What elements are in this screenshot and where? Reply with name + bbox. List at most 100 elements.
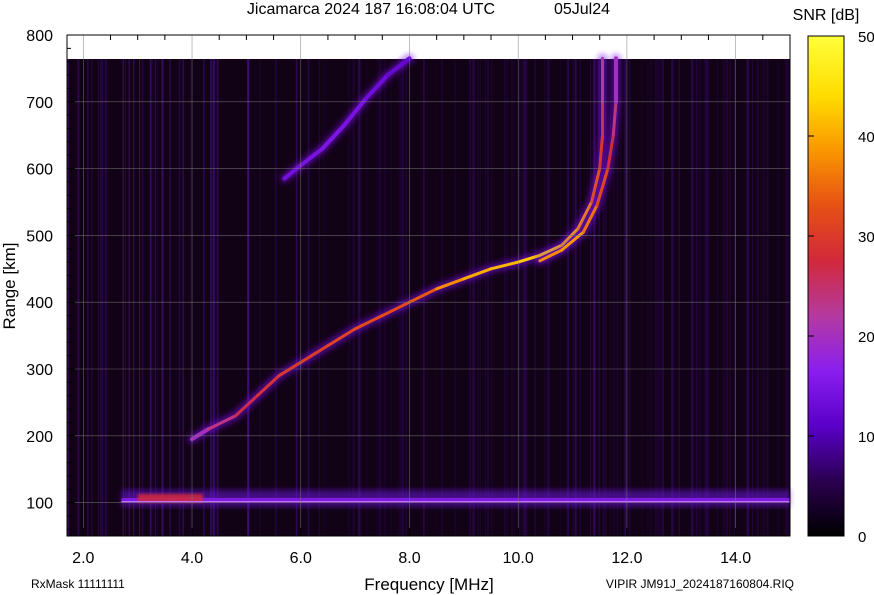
noise-streak — [99, 59, 101, 536]
noise-streak — [514, 59, 515, 536]
noise-streak — [678, 59, 680, 536]
colorbar-tick-label: 0 — [858, 529, 866, 546]
noise-streak — [441, 59, 443, 536]
noise-streak — [559, 59, 562, 536]
noise-streak — [701, 59, 703, 536]
noise-streak — [469, 59, 472, 536]
noise-streak — [77, 59, 80, 536]
noise-streak — [491, 59, 493, 536]
noise-streak — [671, 59, 673, 536]
colorbar-tick-label: 50 — [858, 29, 874, 46]
noise-streak — [106, 59, 108, 536]
noise-streak — [548, 59, 550, 536]
noise-streak — [213, 59, 215, 536]
noise-streak — [648, 59, 651, 536]
noise-streak — [122, 59, 124, 536]
noise-streak — [348, 59, 350, 536]
noise-streak — [484, 59, 487, 536]
noise-streak — [544, 59, 546, 536]
noise-streak — [405, 59, 408, 536]
noise-streak — [726, 59, 728, 536]
noise-streak — [91, 59, 93, 536]
x-tick-label: 8.0 — [398, 550, 420, 567]
y-tick-label: 100 — [26, 496, 53, 513]
noise-streak — [747, 59, 750, 536]
noise-streak — [397, 59, 399, 536]
noise-streak — [133, 59, 135, 536]
figure-title: Jicamarca 2024 187 16:08:04 UTC — [247, 1, 495, 18]
noise-streak — [659, 59, 662, 536]
noise-streak — [68, 59, 70, 536]
noise-streak — [728, 59, 731, 536]
colorbar-tick-label: 10 — [858, 429, 874, 446]
noise-streak — [698, 59, 701, 536]
noise-streak — [573, 59, 575, 536]
noise-streak — [527, 59, 529, 536]
x-tick-label: 6.0 — [290, 550, 312, 567]
noise-streak — [590, 59, 591, 536]
noise-streak — [628, 59, 631, 536]
noise-streak — [128, 59, 131, 536]
e-layer-band — [121, 489, 790, 507]
noise-streak — [87, 59, 89, 536]
noise-streak — [504, 59, 506, 536]
x-tick-label: 10.0 — [503, 550, 534, 567]
noise-streak — [477, 59, 479, 536]
noise-streak — [247, 59, 249, 536]
x-axis-label: Frequency [MHz] — [364, 575, 493, 594]
noise-streak — [125, 59, 126, 536]
noise-streak — [704, 59, 706, 536]
noise-streak — [325, 59, 327, 536]
noise-streak — [203, 59, 205, 536]
x-tick-label: 14.0 — [720, 550, 751, 567]
noise-streak — [757, 59, 758, 536]
noise-streak — [323, 59, 324, 536]
noise-streak — [620, 59, 621, 536]
noise-streak — [662, 59, 664, 536]
noise-streak — [389, 59, 392, 536]
noise-streak — [506, 59, 509, 536]
x-tick-label: 2.0 — [72, 550, 94, 567]
noise-streak — [139, 59, 140, 536]
noise-streak — [402, 59, 404, 536]
noise-streak — [376, 59, 379, 536]
noise-streak — [141, 59, 144, 536]
noise-streak — [777, 59, 779, 536]
noise-streak — [149, 59, 152, 536]
noise-streak — [520, 59, 522, 536]
noise-streak — [716, 59, 718, 536]
noise-streak — [479, 59, 481, 536]
noise-streak — [154, 59, 157, 536]
noise-streak — [566, 59, 569, 536]
colorbar-tick-label: 20 — [858, 329, 874, 346]
noise-streak — [751, 59, 753, 536]
x-tick-label: 12.0 — [611, 550, 642, 567]
colorbar-tick-label: 30 — [858, 229, 874, 246]
noise-streak — [190, 59, 192, 536]
noise-streak — [296, 59, 298, 536]
noise-streak — [592, 59, 595, 536]
noise-streak — [379, 59, 382, 536]
noise-streak — [308, 59, 311, 536]
noise-streak — [454, 59, 457, 536]
noise-streak — [365, 59, 367, 536]
noise-streak — [101, 59, 103, 536]
noise-streak — [352, 59, 355, 536]
y-tick-label: 300 — [26, 362, 53, 379]
noise-streak — [624, 59, 626, 536]
noise-streak — [157, 59, 159, 536]
y-tick-label: 500 — [26, 228, 53, 245]
noise-streak — [547, 59, 549, 536]
colorbar-label: SNR [dB] — [793, 7, 860, 24]
ionogram-svg: Jicamarca 2024 187 16:08:04 UTC 05Jul24 … — [0, 1, 874, 594]
y-tick-label: 600 — [26, 162, 53, 179]
noise-streak — [690, 59, 693, 536]
noise-streak — [787, 59, 789, 536]
noise-streak — [210, 59, 212, 536]
noise-streak — [696, 59, 698, 536]
noise-streak — [705, 59, 708, 536]
noise-streak — [97, 59, 99, 536]
colorbar: 0 10 20 30 40 50 — [807, 29, 874, 546]
noise-streak — [434, 59, 436, 536]
noise-streak — [672, 59, 675, 536]
